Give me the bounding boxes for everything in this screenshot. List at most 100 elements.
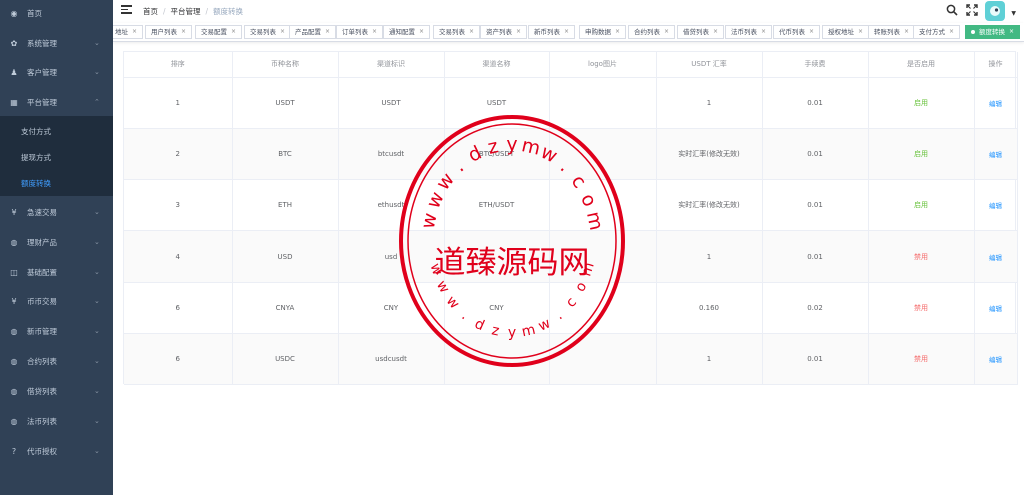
close-icon[interactable]: × [325,26,330,38]
cell-status: 启用 [868,179,975,232]
cell-channel-id: btcusdt [338,128,445,181]
tag-0[interactable]: 地址 × [113,25,144,39]
avatar[interactable] [985,1,1005,21]
tag-2[interactable]: 交易配置 × [195,25,243,39]
tag-4[interactable]: 产品配置 × [289,25,337,39]
close-icon[interactable]: × [904,26,909,38]
fullscreen-icon[interactable] [966,4,978,16]
tag-5[interactable]: 订单列表 × [336,25,384,39]
status-text: 禁用 [914,252,928,261]
cell-channel-id: usdcusdt [338,333,445,386]
sidebar-item-7[interactable]: ¥ 币币交易 ⌄ [0,288,113,314]
tag-10[interactable]: 申购数据 × [579,25,627,39]
sidebar-item-9[interactable]: ◍ 合约列表 ⌄ [0,348,113,374]
close-icon[interactable]: × [516,26,521,38]
cell-sort: 2 [124,128,233,181]
search-icon[interactable] [946,4,958,16]
cell-channel-id: ethusdt [338,179,445,232]
edit-button[interactable]: 编辑 [989,202,1002,210]
sidebar-item-label: 币币交易 [27,296,57,306]
right-menu: ▼ [934,0,1024,23]
tag-3[interactable]: 交易列表 × [244,25,292,39]
edit-button[interactable]: 编辑 [989,100,1002,108]
submenu-item-2[interactable]: 额度转换 [0,170,113,196]
tag-label: 申购数据 [585,28,611,36]
tag-label: 合约列表 [634,28,660,36]
tag-6[interactable]: 通知配置 × [383,25,431,39]
close-icon[interactable]: × [713,26,718,38]
col-header-channel-id: 渠道标识 [338,52,445,78]
tag-15[interactable]: 授权地址 × [822,25,870,39]
tag-9[interactable]: 新币列表 × [528,25,576,39]
sidebar: ◉ 首页 ✿ 系统管理 ⌄ ♟ 客户管理 ⌄ ▦ 平台管理 ⌃ ¥ 急速交易 ⌄ ◍ 理财产品 ⌄ ◫ 基础配置 ⌄ ¥… [0,0,113,495]
sidebar-item-0[interactable]: ◉ 首页 [0,0,113,26]
close-icon[interactable]: × [231,26,236,38]
close-icon[interactable]: × [181,26,186,38]
sidebar-item-11[interactable]: ◍ 法币列表 ⌄ [0,408,113,434]
sidebar-item-10[interactable]: ◍ 借贷列表 ⌄ [0,378,113,404]
sidebar-item-4[interactable]: ¥ 急速交易 ⌄ [0,199,113,225]
close-icon[interactable]: × [132,26,137,38]
yen-icon: ¥ [11,296,17,306]
close-icon[interactable]: × [469,26,474,38]
close-icon[interactable]: × [949,26,954,38]
edit-button[interactable]: 编辑 [989,305,1002,313]
tag-7[interactable]: 交易列表 × [433,25,481,39]
edit-button[interactable]: 编辑 [989,254,1002,262]
chevron-down-icon: ⌄ [94,39,100,47]
close-icon[interactable]: × [419,26,424,38]
close-icon[interactable]: × [664,26,669,38]
cell-rate: 实时汇率(修改无效) [656,179,763,232]
sidebar-item-5[interactable]: ◍ 理财产品 ⌄ [0,229,113,255]
breadcrumb-separator: / [205,7,209,16]
tag-16[interactable]: 转账列表 × [868,25,916,39]
close-icon[interactable]: × [280,26,285,38]
close-icon[interactable]: × [809,26,814,38]
tag-8[interactable]: 资产列表 × [480,25,528,39]
cell-coin: USDT [232,77,339,129]
cell-fee: 0.01 [762,179,869,232]
tag-1[interactable]: 用户列表 × [145,25,193,39]
sidebar-item-3[interactable]: ▦ 平台管理 ⌃ [0,89,113,115]
tag-label: 交易配置 [201,28,227,36]
table-row: 1 USDT USDT USDT 1 0.01 启用 编辑 [124,77,1018,129]
sidebar-item-12[interactable]: ? 代币授权 ⌄ [0,438,113,464]
close-icon[interactable]: × [858,26,863,38]
sidebar-item-6[interactable]: ◫ 基础配置 ⌄ [0,259,113,285]
submenu-item-0[interactable]: 支付方式 [0,118,113,144]
tag-11[interactable]: 合约列表 × [628,25,676,39]
sidebar-item-2[interactable]: ♟ 客户管理 ⌄ [0,59,113,85]
close-icon[interactable]: × [564,26,569,38]
submenu-item-label: 支付方式 [21,126,51,136]
close-icon[interactable]: × [761,26,766,38]
tag-12[interactable]: 借贷列表 × [677,25,725,39]
hamburger-menu-icon[interactable] [121,5,132,15]
edit-button[interactable]: 编辑 [989,356,1002,364]
edit-button[interactable]: 编辑 [989,151,1002,159]
chevron-down-icon: ⌄ [94,327,100,335]
sidebar-item-label: 系统管理 [27,38,57,48]
cell-action: 编辑 [974,179,1018,232]
submenu-item-1[interactable]: 提现方式 [0,144,113,170]
sidebar-item-label: 首页 [27,8,42,18]
caret-down-icon[interactable]: ▼ [1011,10,1016,17]
breadcrumb-separator: / [163,7,166,16]
tag-18[interactable]: 额度转换 × [965,25,1021,39]
tag-label: 交易列表 [439,28,465,36]
breadcrumb-platform[interactable]: 平台管理 [171,6,201,17]
status-text: 禁用 [914,355,928,364]
close-icon[interactable]: × [615,26,620,38]
chevron-down-icon: ⌄ [94,238,100,246]
tag-13[interactable]: 法币列表 × [725,25,773,39]
sidebar-item-1[interactable]: ✿ 系统管理 ⌄ [0,30,113,56]
sidebar-item-8[interactable]: ◍ 新币管理 ⌄ [0,318,113,344]
close-icon[interactable]: × [372,26,377,38]
breadcrumb-home[interactable]: 首页 [143,6,158,17]
dashboard-icon: ◉ [10,8,18,18]
tag-17[interactable]: 支付方式 × [913,25,961,39]
cell-rate: 0.160 [656,282,763,334]
close-icon[interactable]: × [1009,26,1014,38]
cell-action: 编辑 [974,77,1018,129]
cell-sort: 4 [124,230,233,283]
tag-14[interactable]: 代币列表 × [773,25,821,39]
